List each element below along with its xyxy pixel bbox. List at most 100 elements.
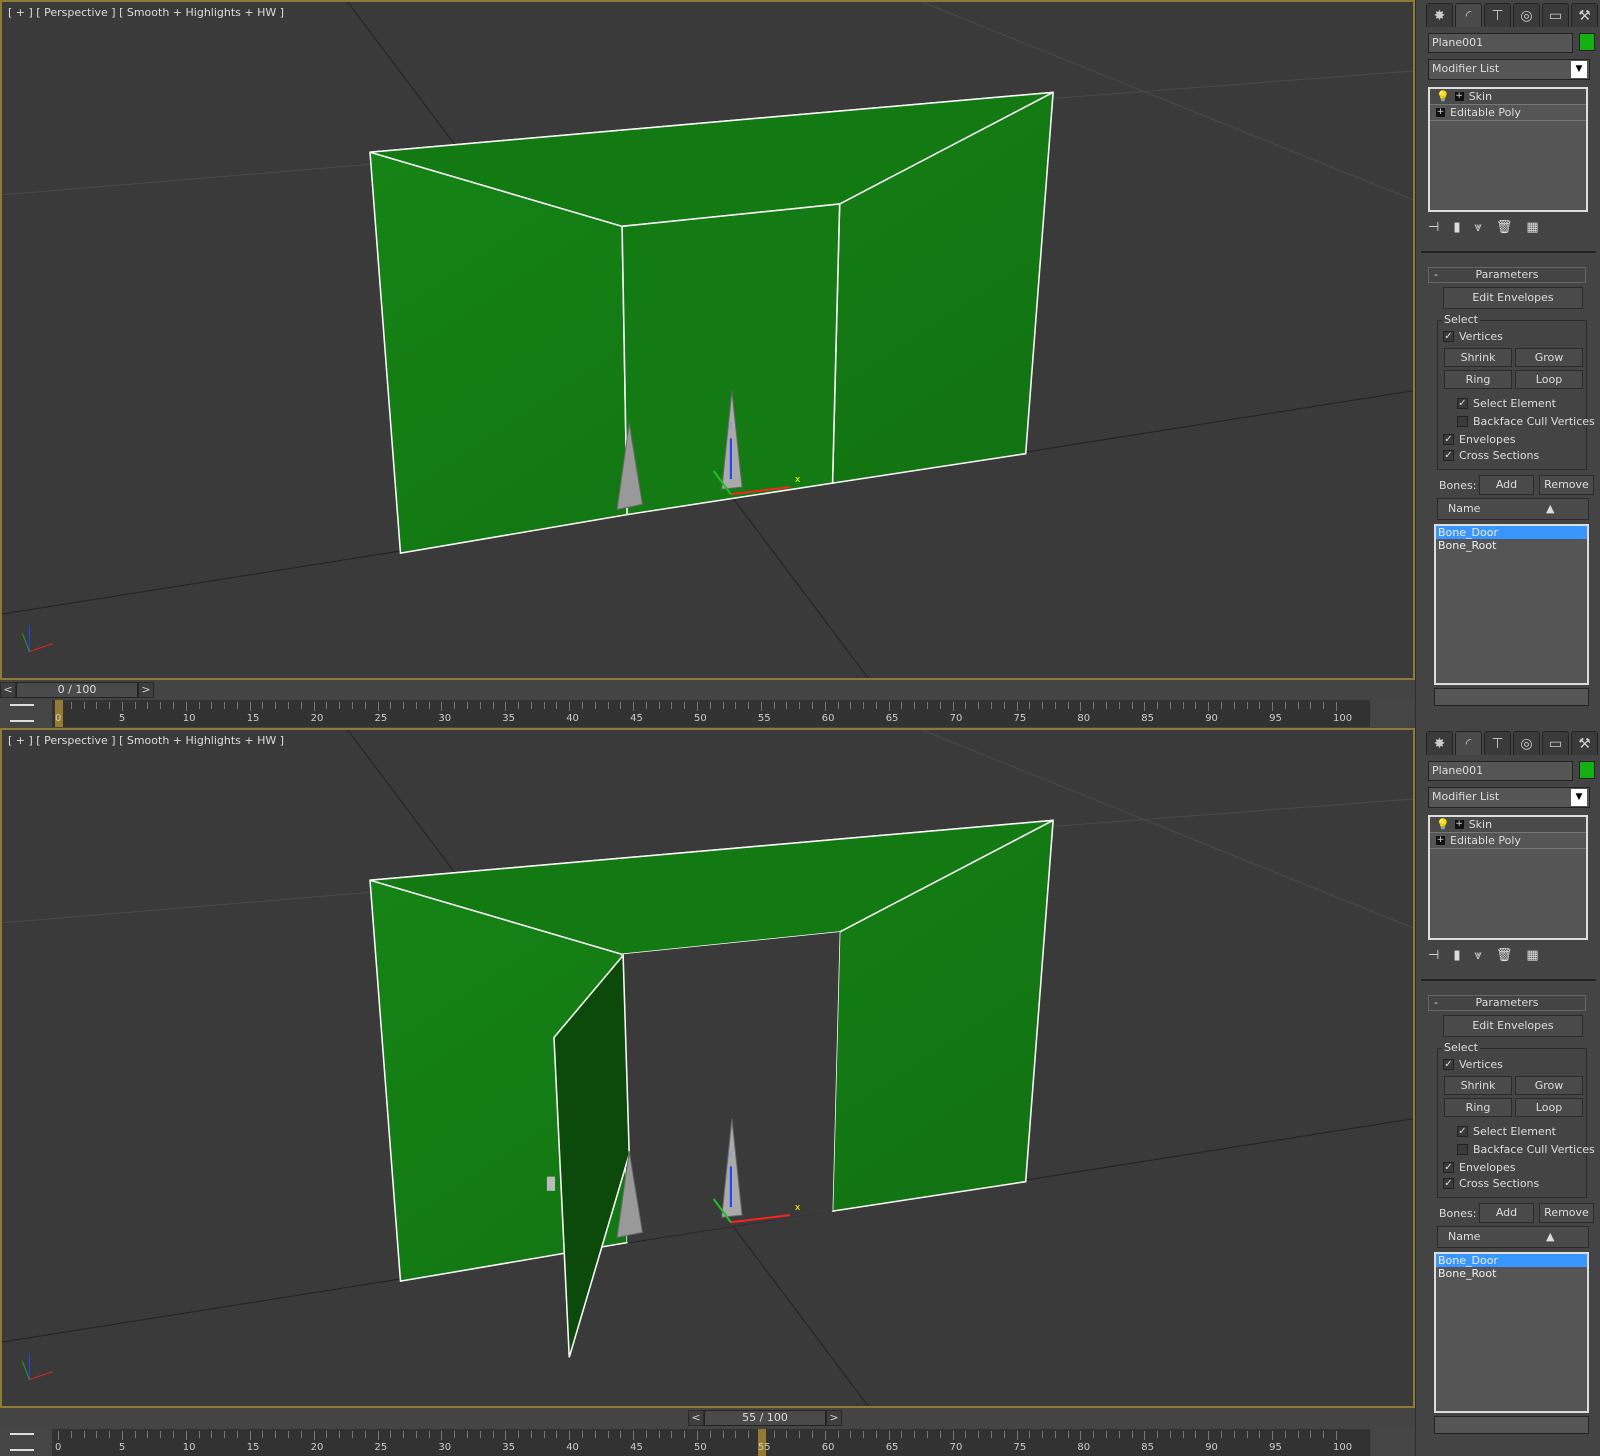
viewport-perspective[interactable]: [ + ] [ Perspective ] [ Smooth + Highlig… <box>0 0 1415 680</box>
checkbox-box[interactable]: ✓ <box>1443 434 1454 445</box>
display-icon[interactable]: ▭ <box>1542 731 1569 755</box>
bones-list[interactable]: Bone_Door Bone_Root <box>1434 524 1589 685</box>
stack-item-skin[interactable]: 💡 + Skin <box>1430 89 1586 105</box>
bone-list-item[interactable]: Bone_Door <box>1436 526 1587 539</box>
show-end-result-icon[interactable]: ▮ <box>1453 220 1460 235</box>
backface-checkbox[interactable]: Backface Cull Vertices <box>1457 1143 1595 1156</box>
bone-list-item[interactable]: Bone_Root <box>1436 1267 1587 1280</box>
object-color-swatch[interactable] <box>1579 761 1595 779</box>
remove-bone-button[interactable]: Remove <box>1539 475 1594 495</box>
parameters-rollout-header[interactable]: - Parameters <box>1428 995 1586 1011</box>
ring-button[interactable]: Ring <box>1444 1098 1512 1117</box>
time-slider-thumb[interactable]: 55 / 100 <box>704 1409 826 1426</box>
prev-frame-button[interactable]: < <box>0 681 16 698</box>
checkbox-box[interactable]: ✓ <box>1443 331 1454 342</box>
hierarchy-icon[interactable]: ⊤ <box>1484 3 1511 27</box>
grow-button[interactable]: Grow <box>1515 1076 1583 1095</box>
prev-frame-button[interactable]: < <box>688 1409 704 1426</box>
curve-editor-icon[interactable] <box>10 1433 34 1451</box>
bone-name-field[interactable] <box>1434 688 1589 706</box>
object-name-field[interactable]: Plane001 <box>1428 33 1573 53</box>
modifier-stack[interactable]: 💡 + Skin + Editable Poly <box>1428 815 1588 940</box>
parameters-rollout-header[interactable]: - Parameters <box>1428 267 1586 283</box>
stack-item-editable-poly[interactable]: + Editable Poly <box>1430 105 1586 121</box>
bone-list-item[interactable]: Bone_Door <box>1436 1254 1587 1267</box>
name-column-header[interactable]: Name ▲ <box>1437 498 1589 520</box>
modify-icon[interactable]: ◜ <box>1455 731 1482 755</box>
envelopes-checkbox[interactable]: ✓ Envelopes <box>1443 1161 1515 1174</box>
remove-modifier-icon[interactable]: 🗑 <box>1496 220 1513 235</box>
checkbox-box[interactable]: ✓ <box>1457 1126 1468 1137</box>
shrink-button[interactable]: Shrink <box>1444 1076 1512 1095</box>
select_element-checkbox[interactable]: ✓ Select Element <box>1457 397 1556 410</box>
vertices-checkbox[interactable]: ✓ Vertices <box>1443 1058 1503 1071</box>
timeline-track[interactable]: 0 5 10 15 20 25 30 35 40 45 50 55 60 65 70 75 80 85 90 95 10… <box>0 1429 1415 1456</box>
show-end-result-icon[interactable]: ▮ <box>1453 948 1460 963</box>
utilities-icon[interactable]: ⚒ <box>1571 3 1598 27</box>
modifier-list-dropdown[interactable]: Modifier List ▼ <box>1428 787 1590 808</box>
viewport-label[interactable]: [ + ] [ Perspective ] [ Smooth + Highlig… <box>8 734 284 747</box>
chevron-down-icon[interactable]: ▼ <box>1571 789 1587 806</box>
timeline-ruler[interactable]: 0 5 10 15 20 25 30 35 40 45 50 55 60 65 70 75 80 85 90 95 10… <box>52 700 1370 727</box>
display-icon[interactable]: ▭ <box>1542 3 1569 27</box>
time-slider[interactable]: < 55 / 100 > <box>688 1409 842 1426</box>
lightbulb-icon[interactable]: 💡 <box>1436 90 1450 103</box>
configure-modifier-sets-icon[interactable]: ▦ <box>1526 948 1538 963</box>
make-unique-icon[interactable]: ⩔ <box>1474 948 1481 963</box>
lightbulb-icon[interactable]: 💡 <box>1436 818 1450 831</box>
create-icon[interactable]: ✸ <box>1426 3 1453 27</box>
modifier-list-dropdown[interactable]: Modifier List ▼ <box>1428 59 1590 80</box>
stack-item-skin[interactable]: 💡 + Skin <box>1430 817 1586 833</box>
motion-icon[interactable]: ◎ <box>1513 731 1540 755</box>
cross_sections-checkbox[interactable]: ✓ Cross Sections <box>1443 1177 1539 1190</box>
chevron-down-icon[interactable]: ▼ <box>1571 61 1587 78</box>
make-unique-icon[interactable]: ⩔ <box>1474 220 1481 235</box>
checkbox-box[interactable]: ✓ <box>1443 1059 1454 1070</box>
timeline-track[interactable]: 0 5 10 15 20 25 30 35 40 45 50 55 60 65 70 75 80 85 90 95 10… <box>0 700 1415 727</box>
edit-envelopes-button[interactable]: Edit Envelopes <box>1443 287 1583 309</box>
checkbox-box[interactable]: ✓ <box>1443 1178 1454 1189</box>
modify-icon[interactable]: ◜ <box>1455 3 1482 27</box>
loop-button[interactable]: Loop <box>1515 370 1583 389</box>
timeline-ruler[interactable]: 0 5 10 15 20 25 30 35 40 45 50 55 60 65 70 75 80 85 90 95 10… <box>52 1429 1370 1456</box>
remove-modifier-icon[interactable]: 🗑 <box>1496 948 1513 963</box>
expand-icon[interactable]: + <box>1436 108 1445 117</box>
next-frame-button[interactable]: > <box>138 681 154 698</box>
checkbox-box[interactable]: ✓ <box>1457 398 1468 409</box>
envelopes-checkbox[interactable]: ✓ Envelopes <box>1443 433 1515 446</box>
configure-modifier-sets-icon[interactable]: ▦ <box>1526 220 1538 235</box>
edit-envelopes-button[interactable]: Edit Envelopes <box>1443 1015 1583 1037</box>
bone-name-field[interactable] <box>1434 1416 1589 1434</box>
viewport-perspective[interactable]: [ + ] [ Perspective ] [ Smooth + Highlig… <box>0 728 1415 1408</box>
time-slider-thumb[interactable]: 0 / 100 <box>16 681 138 698</box>
grow-button[interactable]: Grow <box>1515 348 1583 367</box>
time-slider[interactable]: < 0 / 100 > <box>0 681 154 698</box>
object-color-swatch[interactable] <box>1579 33 1595 51</box>
object-name-field[interactable]: Plane001 <box>1428 761 1573 781</box>
vertices-checkbox[interactable]: ✓ Vertices <box>1443 330 1503 343</box>
loop-button[interactable]: Loop <box>1515 1098 1583 1117</box>
backface-checkbox[interactable]: Backface Cull Vertices <box>1457 415 1595 428</box>
add-bone-button[interactable]: Add <box>1479 475 1534 495</box>
expand-icon[interactable]: + <box>1436 836 1445 845</box>
remove-bone-button[interactable]: Remove <box>1539 1203 1594 1223</box>
stack-item-editable-poly[interactable]: + Editable Poly <box>1430 833 1586 849</box>
hierarchy-icon[interactable]: ⊤ <box>1484 731 1511 755</box>
pin-stack-icon[interactable]: ⊣ <box>1428 948 1439 963</box>
checkbox-box[interactable] <box>1457 416 1468 427</box>
bones-list[interactable]: Bone_Door Bone_Root <box>1434 1252 1589 1413</box>
shrink-button[interactable]: Shrink <box>1444 348 1512 367</box>
select_element-checkbox[interactable]: ✓ Select Element <box>1457 1125 1556 1138</box>
pin-stack-icon[interactable]: ⊣ <box>1428 220 1439 235</box>
utilities-icon[interactable]: ⚒ <box>1571 731 1598 755</box>
next-frame-button[interactable]: > <box>826 1409 842 1426</box>
cross_sections-checkbox[interactable]: ✓ Cross Sections <box>1443 449 1539 462</box>
bone-list-item[interactable]: Bone_Root <box>1436 539 1587 552</box>
checkbox-box[interactable] <box>1457 1144 1468 1155</box>
ring-button[interactable]: Ring <box>1444 370 1512 389</box>
create-icon[interactable]: ✸ <box>1426 731 1453 755</box>
expand-icon[interactable]: + <box>1454 92 1464 101</box>
curve-editor-icon[interactable] <box>10 704 34 722</box>
checkbox-box[interactable]: ✓ <box>1443 1162 1454 1173</box>
name-column-header[interactable]: Name ▲ <box>1437 1226 1589 1248</box>
